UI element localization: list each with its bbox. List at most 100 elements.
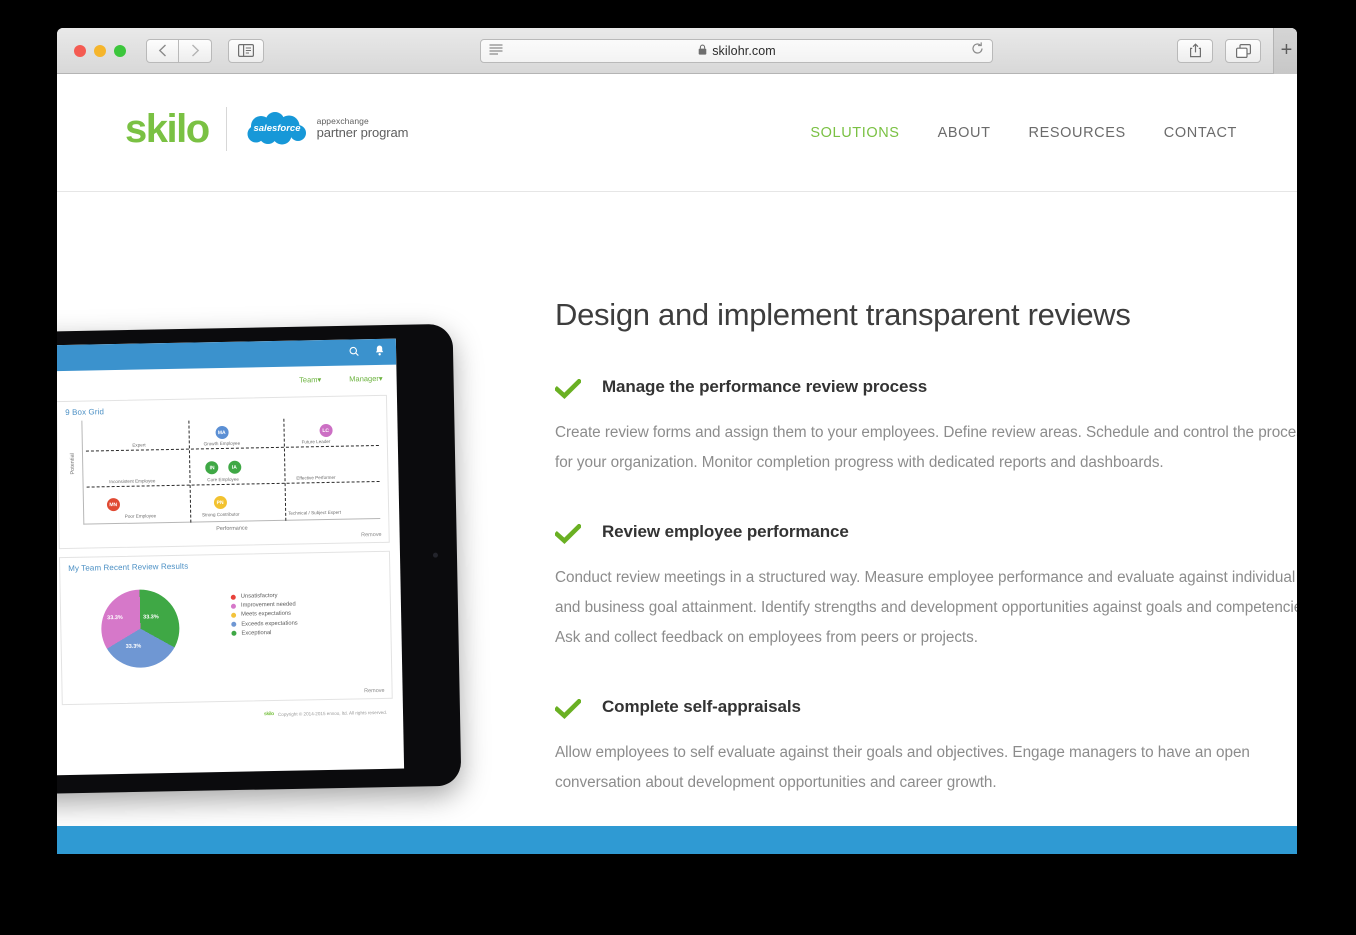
bubble-pn[interactable]: PN	[213, 495, 227, 510]
legend-label-unsatisfactory: Unsatisfactory	[240, 592, 278, 600]
partner-program-text: appexchange partner program	[316, 116, 409, 141]
share-icon	[1189, 43, 1202, 58]
feature-heading: Manage the performance review process	[553, 377, 1297, 404]
legend-item-improvement-needed: Improvement needed	[230, 602, 298, 609]
feature-block-review-employee-performance: Review employee performance Conduct revi…	[553, 522, 1297, 653]
legend-item-unsatisfactory: Unsatisfactory	[230, 592, 298, 600]
pie-chart-wrap: 33.3% 33.3% 33.3% Unsatisfactory Improve…	[60, 577, 391, 691]
svg-text:salesforce: salesforce	[253, 123, 301, 134]
bubble-ia[interactable]: IA	[227, 460, 241, 474]
page-content: Team▾ Manager▾ 9 Box Grid Potential Perf…	[57, 192, 1297, 852]
nav-item-solutions[interactable]: SOLUTIONS	[810, 125, 899, 141]
legend-dot-meets-expectations	[231, 612, 237, 618]
toolbar-right-group: +	[1177, 28, 1297, 74]
remove-review-results-link[interactable]: Remove	[364, 688, 385, 694]
feature-title: Complete self-appraisals	[602, 697, 801, 716]
tablet-mockup: Team▾ Manager▾ 9 Box Grid Potential Perf…	[57, 323, 462, 795]
legend-label-exceptional: Exceptional	[241, 629, 272, 637]
nav-item-about[interactable]: ABOUT	[938, 125, 991, 141]
forward-button[interactable]	[179, 38, 212, 63]
lock-icon	[698, 44, 707, 58]
cell-label-technical-subject-expert: Technical / Subject Expert	[288, 509, 341, 516]
browser-toolbar: skilohr.com +	[57, 28, 1297, 74]
app-footer: skilo Copyright © 2014-2015 enxoo, ltd. …	[57, 707, 403, 722]
back-button[interactable]	[146, 38, 179, 63]
feature-block-manage-review-process: Manage the performance review process Cr…	[553, 377, 1297, 478]
url-text: skilohr.com	[712, 43, 776, 58]
legend-dot-improvement-needed	[230, 603, 236, 609]
app-footer-copyright: Copyright © 2014-2015 enxoo, ltd. All ri…	[277, 709, 388, 717]
cell-label-poor-employee: Poor Employee	[124, 513, 157, 519]
back-chevron-icon	[158, 44, 167, 57]
tablet-camera-icon	[432, 552, 439, 558]
notification-bell-icon[interactable]	[375, 343, 384, 361]
cell-label-effective-performer: Effective Performer	[296, 474, 336, 481]
legend-dot-exceptional	[231, 630, 237, 637]
feature-title: Manage the performance review process	[602, 377, 928, 396]
feature-title: Review employee performance	[602, 522, 849, 541]
legend-dot-unsatisfactory	[230, 594, 236, 600]
review-results-title: My Team Recent Review Results	[68, 561, 189, 573]
bubble-mn[interactable]: MN	[106, 497, 120, 512]
sidebar-toggle-button[interactable]	[228, 38, 264, 63]
reader-view-icon[interactable]	[489, 42, 503, 60]
maximize-window-button[interactable]	[114, 44, 126, 57]
site-logo[interactable]: skilo salesforce appexchange partner pro…	[125, 107, 408, 151]
grid-line-vertical-right	[283, 418, 287, 521]
app-footer-brand: skilo	[263, 711, 274, 718]
site-footer-bar	[57, 826, 1297, 854]
app-sub-bar: Team▾ Manager▾	[57, 365, 397, 398]
app-menu-team[interactable]: Team▾	[299, 375, 321, 384]
salesforce-cloud-icon: salesforce	[244, 112, 310, 146]
cell-label-future-leader: Future Leader	[301, 438, 331, 445]
share-button[interactable]	[1177, 38, 1213, 63]
search-icon[interactable]	[349, 343, 359, 361]
reload-icon[interactable]	[971, 41, 984, 60]
address-bar[interactable]: skilohr.com	[480, 38, 993, 63]
new-tab-label: +	[1280, 39, 1293, 61]
legend-item-exceptional: Exceptional	[231, 629, 298, 636]
nav-item-resources[interactable]: RESOURCES	[1029, 125, 1126, 141]
checkmark-icon	[553, 523, 583, 549]
x-axis-label: Performance	[216, 525, 248, 533]
salesforce-partner-badge: salesforce appexchange partner program	[244, 112, 409, 146]
feature-body: Conduct review meetings in a structured …	[555, 569, 1297, 646]
nine-box-grid-plot: Potential Performance Expert Growth Empl…	[70, 415, 381, 533]
y-axis-label: Potential	[69, 453, 77, 475]
pie-legend: Unsatisfactory Improvement needed Meets …	[230, 592, 298, 637]
close-window-button[interactable]	[74, 44, 86, 57]
nav-item-contact[interactable]: CONTACT	[1164, 125, 1237, 141]
cell-label-growth-employee: Growth Employee	[203, 440, 241, 447]
logo-wordmark: skilo	[125, 107, 210, 151]
partner-line-2: partner program	[316, 125, 409, 141]
pie-chart[interactable]	[100, 588, 181, 669]
bubble-in[interactable]: IN	[205, 461, 219, 475]
show-tabs-button[interactable]	[1225, 38, 1261, 63]
site-header: skilo salesforce appexchange partner pro…	[57, 74, 1297, 192]
show-tabs-icon	[1235, 43, 1251, 58]
pie-label-exceeds-expectations: 33.3%	[125, 643, 142, 650]
minimize-window-button[interactable]	[94, 44, 106, 57]
feature-heading: Complete self-appraisals	[553, 697, 1297, 724]
url-text-container[interactable]: skilohr.com	[503, 44, 971, 58]
bubble-lc[interactable]: LC	[319, 423, 333, 438]
logo-divider	[225, 107, 227, 151]
cell-label-inconsistent-employee: Inconsistent Employee	[109, 478, 156, 485]
bubble-ma[interactable]: MA	[215, 425, 229, 440]
navigation-buttons	[146, 38, 212, 63]
review-results-card: My Team Recent Review Results 33.3% 33.3…	[58, 550, 393, 706]
legend-dot-exceeds-expectations	[231, 621, 237, 627]
browser-window: skilohr.com + skilo salesforce appexchan…	[57, 28, 1297, 854]
x-axis	[83, 517, 381, 525]
pie-label-exceptional: 33.3%	[143, 614, 159, 621]
sidebar-toggle-icon	[238, 44, 254, 57]
cell-label-strong-contributor: Strong Contributor	[201, 511, 240, 518]
y-axis	[81, 420, 85, 525]
feature-heading: Review employee performance	[553, 522, 1297, 549]
app-menu-manager[interactable]: Manager▾	[349, 373, 383, 383]
feature-body: Allow employees to self evaluate against…	[555, 744, 1250, 791]
remove-nine-box-link[interactable]: Remove	[361, 532, 382, 538]
cell-label-expert: Expert	[132, 442, 146, 448]
new-tab-button[interactable]: +	[1273, 28, 1297, 74]
feature-body: Create review forms and assign them to y…	[555, 424, 1297, 471]
